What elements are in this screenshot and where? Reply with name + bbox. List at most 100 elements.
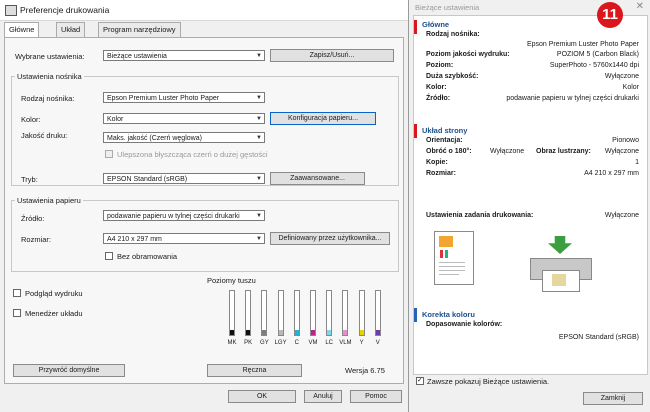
borderless-checkbox[interactable] [105,252,113,260]
media-type-select[interactable]: Epson Premium Luster Photo Paper ▼ [103,92,265,103]
section-marker-color [414,308,417,322]
quality-label: Jakość druku: [21,131,68,140]
ink-fill-mk [230,330,234,335]
quality-value: Maks. jakość (Czerń węglowa) [107,135,202,142]
help-button[interactable]: Pomoc [350,390,402,403]
sum-size-label: Rozmiar: [426,170,456,177]
sum-media-type-label: Rodzaj nośnika: [426,31,480,38]
tab-layout[interactable]: Układ [56,22,86,37]
ink-bar-y [358,290,365,336]
borderless-label: Bez obramowania [117,252,178,261]
sum-quality-level-label: Poziom jakości wydruku: [426,51,510,58]
checkmark-icon: ✓ [417,377,423,384]
size-label: Rozmiar: [21,235,52,244]
chevron-down-icon: ▼ [256,135,262,141]
source-label: Źródło: [21,214,45,223]
tab-layout-label: Układ [61,25,81,34]
ink-label-vlm: VLM [339,340,352,346]
ink-label-mk: MK [227,340,237,346]
mode-select[interactable]: EPSON Standard (sRGB) ▼ [103,173,265,184]
color-value: Kolor [107,116,124,123]
advanced-button[interactable]: Zaawansowane... [270,172,365,185]
ink-fill-c [294,330,299,335]
ink-fill-vlm [343,330,348,335]
sum-job-settings-label: Ustawienia zadania drukowania: [426,212,534,219]
sum-size-value: A4 210 x 297 mm [584,170,639,177]
ink-label-v: V [375,340,380,346]
size-value: A4 210 x 297 mm [107,236,162,243]
ink-fill-pk [246,330,251,335]
ink-bar-c [293,290,300,336]
chevron-down-icon: ▼ [256,236,262,242]
ink-fill-y [359,330,364,335]
sum-job-settings-value: Wyłączone [604,212,639,219]
window-title: Preferencje drukowania [20,5,110,15]
enhanced-black-checkbox[interactable] [105,150,113,158]
selected-settings-value: Bieżące ustawienia [107,53,167,60]
chevron-down-icon: ▼ [256,213,262,219]
always-show-label: Zawsze pokazuj Bieżące ustawienia. [427,377,550,386]
sum-color-match-value: EPSON Standard (sRGB) [558,334,639,341]
ink-bar-lc [326,290,333,336]
color-select[interactable]: Kolor ▼ [103,113,265,124]
restore-defaults-button[interactable]: Przywróć domyślne [13,364,125,377]
ink-label-lc: LC [325,340,334,346]
media-group-title: Ustawienia nośnika [15,72,84,81]
ink-label-lgy: LGY [274,340,287,346]
ink-bar-v [374,290,381,336]
quality-select[interactable]: Maks. jakość (Czerń węglowa) ▼ [103,132,265,143]
selected-settings-label: Wybrane ustawienia: [15,52,85,61]
layout-manager-checkbox[interactable] [13,309,21,317]
print-preview-checkbox[interactable] [13,289,21,297]
sum-source-value: podawanie papieru w tylnej części drukar… [506,95,639,102]
ink-fill-lc [327,330,332,335]
sum-rotate-value: Wyłączone [490,148,525,155]
always-show-checkbox[interactable]: ✓ [416,377,424,385]
tab-utility[interactable]: Program narzędziowy [98,22,181,37]
cancel-button[interactable]: Anuluj [304,390,342,403]
ink-fill-vm [311,330,315,335]
ink-label-vm: VM [308,340,318,346]
layout-section-title: Układ strony [422,126,468,135]
sum-color-value: Kolor [622,84,639,91]
ink-fill-gy [262,330,267,335]
selected-settings-select[interactable]: Bieżące ustawienia ▼ [103,50,265,61]
tab-main-label: Główne [9,25,35,34]
sum-level-value: SuperPhoto - 5760x1440 dpi [549,62,639,69]
chevron-down-icon: ▼ [256,176,262,182]
printer-icon [526,236,596,292]
source-select[interactable]: podawanie papieru w tylnej części drukar… [103,210,265,221]
version-text: Wersja 6.75 [345,366,385,375]
ink-bar-mk [229,290,235,336]
chevron-down-icon: ▼ [256,116,262,122]
sum-copies-value: 1 [635,159,639,166]
main-tab-panel: Wybrane ustawienia: Bieżące ustawienia ▼ … [4,37,404,384]
media-type-label: Rodzaj nośnika: [21,94,75,103]
mode-value: EPSON Standard (sRGB) [107,176,188,183]
ink-levels-title: Poziomy tuszu [207,276,256,285]
size-select[interactable]: A4 210 x 297 mm ▼ [103,233,265,244]
ink-fill-lgy [278,330,283,335]
sum-rotate-label: Obróć o 180°: [426,148,472,155]
tab-main[interactable]: Główne [4,22,40,38]
color-correction-section-title: Korekta koloru [422,310,475,319]
section-marker-layout [414,124,417,138]
sum-quality-level-value: POZIOM 5 (Carbon Black) [556,51,639,58]
close-icon[interactable]: ✕ [636,1,644,12]
sum-mirror-label: Obraz lustrzany: [536,148,591,155]
user-defined-button[interactable]: Definiowany przez użytkownika... [270,232,390,245]
media-type-value: Epson Premium Luster Photo Paper [107,95,220,102]
paper-group-title: Ustawienia papieru [15,196,83,205]
ink-bar-pk [245,290,252,336]
ok-button[interactable]: OK [228,390,296,403]
paper-config-button[interactable]: Konfiguracja papieru... [270,112,376,125]
close-button[interactable]: Zamknij [583,392,643,405]
sum-orientation-value: Pionowo [612,137,639,144]
manual-button[interactable]: Ręczna [207,364,302,377]
layout-manager-label: Menedżer układu [25,309,83,318]
current-settings-panel: Główne Rodzaj nośnika: Epson Premium Lus… [413,15,648,375]
save-delete-button[interactable]: Zapisz/Usuń... [270,49,394,62]
title-bar: Preferencje drukowania [0,0,408,21]
main-section-title: Główne [422,20,450,29]
sum-source-label: Źródło: [426,95,451,102]
